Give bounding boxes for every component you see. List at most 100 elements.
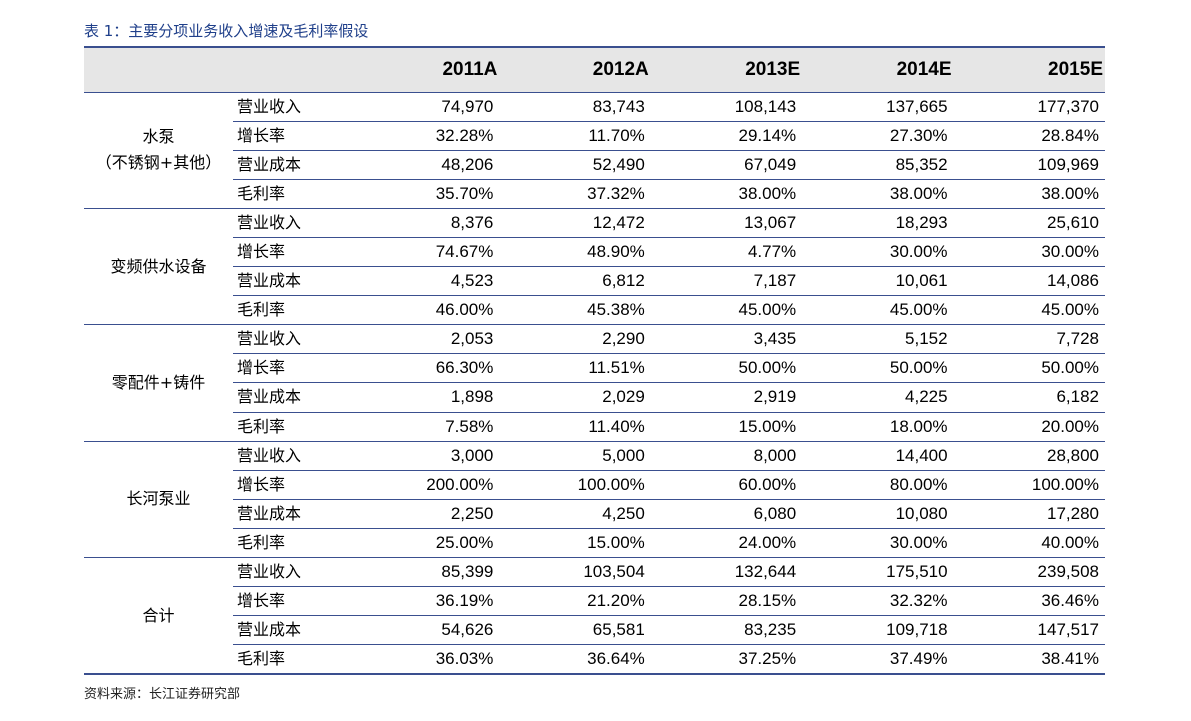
- segment-name: 变频供水设备: [84, 208, 233, 326]
- value-cell: 30.00%: [802, 528, 954, 559]
- header-year: 2012A: [499, 46, 651, 93]
- value-cell: 29.14%: [650, 121, 803, 151]
- value-cell: 20.00%: [953, 412, 1105, 442]
- value-cell: 6,812: [499, 266, 651, 297]
- value-cell: 25,610: [953, 208, 1105, 238]
- metric-label: 毛利率: [233, 179, 348, 209]
- source-note: 资料来源：长江证券研究部: [84, 687, 241, 702]
- value-cell: 32.28%: [348, 121, 500, 151]
- value-cell: 5,152: [802, 324, 954, 355]
- value-cell: 2,250: [348, 499, 500, 529]
- value-cell: 52,490: [499, 150, 651, 180]
- value-cell: 100.00%: [499, 470, 651, 500]
- value-cell: 4,225: [802, 382, 954, 413]
- value-cell: 11.51%: [499, 353, 651, 384]
- value-cell: 35.70%: [348, 179, 500, 209]
- value-cell: 48,206: [348, 150, 500, 180]
- value-cell: 4.77%: [650, 237, 803, 268]
- value-cell: 3,435: [650, 324, 803, 355]
- table-row: 增长率 74.67% 48.90% 4.77% 30.00% 30.00%: [84, 237, 1105, 268]
- value-cell: 8,000: [650, 441, 803, 471]
- metric-label: 增长率: [233, 121, 348, 151]
- value-cell: 80.00%: [802, 470, 954, 500]
- value-cell: 147,517: [953, 615, 1105, 646]
- metric-label: 营业收入: [233, 324, 348, 355]
- value-cell: 100.00%: [953, 470, 1105, 500]
- value-cell: 83,235: [650, 615, 803, 646]
- table-body: 水泵 （不锈钢+其他） 营业收入 74,970 83,743 108,143 137,665…: [84, 92, 1105, 676]
- value-cell: 1,898: [348, 382, 500, 413]
- value-cell: 11.70%: [499, 121, 651, 151]
- metric-label: 毛利率: [233, 412, 348, 442]
- value-cell: 6,182: [953, 382, 1105, 413]
- value-cell: 45.00%: [650, 295, 803, 326]
- metric-label: 毛利率: [233, 295, 348, 326]
- table-row: 毛利率 35.70% 37.32% 38.00% 38.00% 38.00%: [84, 179, 1105, 209]
- value-cell: 2,290: [499, 324, 651, 355]
- header-year: 2015E: [953, 46, 1105, 93]
- value-cell: 18,293: [802, 208, 954, 238]
- value-cell: 50.00%: [802, 353, 954, 384]
- value-cell: 7,187: [650, 266, 803, 297]
- value-cell: 37.49%: [802, 644, 954, 676]
- segment-name: 水泵 （不锈钢+其他）: [84, 92, 233, 209]
- metric-label: 营业收入: [233, 557, 348, 588]
- value-cell: 54,626: [348, 615, 500, 646]
- value-cell: 11.40%: [499, 412, 651, 442]
- value-cell: 27.30%: [802, 121, 954, 151]
- value-cell: 66.30%: [348, 353, 500, 384]
- value-cell: 28.84%: [953, 121, 1105, 151]
- value-cell: 36.64%: [499, 644, 651, 676]
- value-cell: 17,280: [953, 499, 1105, 529]
- value-cell: 48.90%: [499, 237, 651, 268]
- value-cell: 37.32%: [499, 179, 651, 209]
- value-cell: 67,049: [650, 150, 803, 180]
- value-cell: 10,080: [802, 499, 954, 529]
- table-caption: 表 1：主要分项业务收入增速及毛利率假设: [84, 22, 369, 40]
- table-row: 长河泵业 营业收入 3,000 5,000 8,000 14,400 28,800: [84, 441, 1105, 559]
- header-year: 2014E: [802, 46, 954, 93]
- value-cell: 137,665: [802, 92, 954, 122]
- value-cell: 32.32%: [802, 586, 954, 617]
- metric-label: 营业成本: [233, 266, 348, 297]
- value-cell: 83,743: [499, 92, 651, 122]
- value-cell: 175,510: [802, 557, 954, 588]
- value-cell: 2,029: [499, 382, 651, 413]
- value-cell: 30.00%: [953, 237, 1105, 268]
- value-cell: 12,472: [499, 208, 651, 238]
- header-year: 2011A: [348, 46, 500, 93]
- value-cell: 50.00%: [650, 353, 803, 384]
- table-row: 毛利率 25.00% 15.00% 24.00% 30.00% 40.00%: [84, 528, 1105, 559]
- metric-label: 营业收入: [233, 208, 348, 238]
- segment-name-line: 长河泵业: [126, 489, 191, 509]
- table-row: 增长率 36.19% 21.20% 28.15% 32.32% 36.46%: [84, 586, 1105, 617]
- value-cell: 3,000: [348, 441, 500, 471]
- value-cell: 28.15%: [650, 586, 803, 617]
- table-row: 合计 营业收入 85,399 103,504 132,644 175,510 239,508: [84, 557, 1105, 676]
- value-cell: 45.00%: [953, 295, 1105, 326]
- metric-label: 毛利率: [233, 644, 348, 676]
- segment-name: 合计: [84, 557, 233, 676]
- table-row: 零配件+铸件 营业收入 2,053 2,290 3,435 5,152 7,728: [84, 324, 1105, 442]
- value-cell: 85,352: [802, 150, 954, 180]
- value-cell: 15.00%: [650, 412, 803, 442]
- table-row: 毛利率 46.00% 45.38% 45.00% 45.00% 45.00%: [84, 295, 1105, 326]
- financial-table-container: 2011A 2012A 2013E 2014E 2015E 水泵 （不锈钢+其他）…: [84, 46, 1105, 676]
- value-cell: 10,061: [802, 266, 954, 297]
- value-cell: 65,581: [499, 615, 651, 646]
- value-cell: 60.00%: [650, 470, 803, 500]
- metric-label: 增长率: [233, 237, 348, 268]
- value-cell: 7,728: [953, 324, 1105, 355]
- value-cell: 24.00%: [650, 528, 803, 559]
- metric-label: 营业收入: [233, 92, 348, 122]
- value-cell: 6,080: [650, 499, 803, 529]
- segment-name-line: （不锈钢+其他）: [95, 153, 222, 173]
- value-cell: 200.00%: [348, 470, 500, 500]
- value-cell: 5,000: [499, 441, 651, 471]
- segment-name-line: 水泵: [142, 127, 175, 147]
- value-cell: 4,250: [499, 499, 651, 529]
- value-cell: 46.00%: [348, 295, 500, 326]
- value-cell: 177,370: [953, 92, 1105, 122]
- table-row: 营业成本 54,626 65,581 83,235 109,718 147,517: [84, 615, 1105, 646]
- revenue-margin-table: 2011A 2012A 2013E 2014E 2015E 水泵 （不锈钢+其他）…: [84, 46, 1105, 676]
